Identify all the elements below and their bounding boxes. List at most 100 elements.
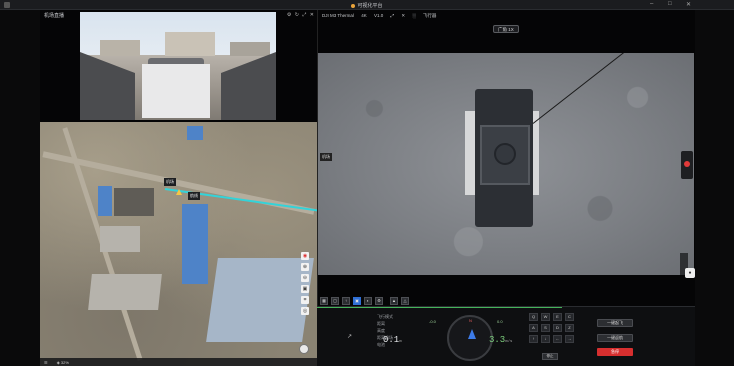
- aircraft-model: DJI M3 Thermal: [322, 13, 354, 18]
- takeoff-button[interactable]: 一键起飞: [597, 319, 633, 327]
- key-q[interactable]: Q: [529, 313, 538, 321]
- attitude-right-value: 0.0: [497, 319, 503, 324]
- close-icon[interactable]: ✕: [401, 13, 405, 18]
- camera-toolbar: ▦ ▢ ↑ ▣ ◐ ⚙ ▲ △: [318, 296, 695, 306]
- side-panel-toggle-icon[interactable]: ●: [685, 268, 695, 278]
- map-building: [182, 204, 208, 284]
- status-dot-icon: [351, 4, 356, 8]
- pointer-icon[interactable]: ↗: [347, 333, 352, 340]
- manual-control-keys: Q W E C A S D Z ↑ ↓ ← →: [529, 313, 581, 343]
- target-icon[interactable]: ◎: [301, 307, 309, 315]
- map-menu-icon[interactable]: ☰: [44, 360, 48, 365]
- key-c[interactable]: C: [565, 313, 574, 321]
- attitude-left-value: -0.0: [429, 319, 436, 324]
- record-icon[interactable]: [684, 161, 690, 167]
- alert-icon[interactable]: △: [401, 297, 409, 305]
- telemetry-line: 距离: [377, 321, 385, 326]
- building-image: [230, 42, 270, 56]
- map-building: [100, 226, 140, 252]
- key-s[interactable]: S: [541, 324, 550, 332]
- key-w[interactable]: W: [541, 313, 550, 321]
- key-e[interactable]: E: [553, 313, 562, 321]
- dock-live-label: 机场直播: [44, 13, 65, 19]
- stop-button[interactable]: 停止: [542, 353, 558, 360]
- close-icon[interactable]: ✕: [310, 12, 315, 18]
- dock-camera-feed: [80, 12, 276, 120]
- map-building: [187, 126, 203, 140]
- title-bar: 可视化平台 – □ ✕: [0, 0, 734, 10]
- layers-icon[interactable]: ▣: [301, 285, 309, 293]
- map-toolbar: ◉ ⊕ ⊖ ▣ ⌗ ◎: [301, 252, 309, 315]
- map-route-tag: 航线: [188, 192, 200, 200]
- key-d[interactable]: D: [553, 324, 562, 332]
- map-scale-text: ◈ 32%: [56, 360, 69, 365]
- aircraft-header: DJI M3 Thermal 4K V1.0 ⤢ ✕ ░ 飞行器: [318, 10, 696, 22]
- minimize-button[interactable]: –: [650, 1, 653, 7]
- hangar-door-left: [80, 52, 135, 120]
- record-control[interactable]: [681, 151, 693, 179]
- return-home-button[interactable]: 一键返航: [597, 334, 633, 342]
- frame-icon[interactable]: ▢: [331, 297, 339, 305]
- zoom-in-icon[interactable]: ⊕: [301, 263, 309, 271]
- link-status-bar: [317, 307, 562, 308]
- maximize-button[interactable]: □: [668, 1, 672, 7]
- refresh-icon[interactable]: ↻: [295, 12, 300, 18]
- app-window: 可视化平台 – □ ✕ 机场直播 ⚙ ↻ ⤢ ✕ 机场 航线 ◉ ⊕ ⊖ ▣ ⌗…: [0, 0, 734, 366]
- dock-landing-ring: [480, 125, 530, 185]
- speed-unit: m/s: [505, 340, 513, 344]
- altitude-value: 0.1: [383, 335, 400, 345]
- warning-icon[interactable]: ▲: [390, 297, 398, 305]
- exposure-icon[interactable]: ◐: [364, 297, 372, 305]
- building-image: [100, 40, 140, 56]
- key-up[interactable]: ↑: [529, 335, 538, 343]
- photo-mode-icon[interactable]: ▣: [353, 297, 361, 305]
- key-a[interactable]: A: [529, 324, 538, 332]
- speed-readout: 3.3m/s: [489, 335, 512, 345]
- aircraft-version: V1.0: [373, 13, 384, 18]
- telemetry-line: 高度: [377, 328, 385, 333]
- heading-arrow-icon: [468, 329, 476, 339]
- up-icon[interactable]: ↑: [342, 297, 350, 305]
- flight-control-panel: ↗ 飞行模式 距离 高度 距离机场 电池 0.1m -0.0 N 0.0 3.3…: [317, 306, 695, 366]
- expand-icon[interactable]: ⤢: [302, 12, 307, 18]
- grid-icon[interactable]: ▦: [320, 297, 328, 305]
- key-down[interactable]: ↓: [541, 335, 550, 343]
- satellite-map[interactable]: 机场 航线 ◉ ⊕ ⊖ ▣ ⌗ ◎ ☰ ◈ 32%: [40, 122, 317, 366]
- altitude-readout: 0.1m: [383, 335, 402, 345]
- map-dock-tag: 机场: [164, 178, 176, 186]
- attitude-indicator: N: [447, 315, 493, 361]
- speed-value: 3.3: [489, 335, 506, 345]
- dock-center-icon: [494, 143, 516, 165]
- key-left[interactable]: ←: [553, 335, 562, 343]
- key-z[interactable]: Z: [565, 324, 574, 332]
- map-building: [88, 274, 162, 310]
- hangar-door-right: [221, 52, 276, 120]
- emergency-stop-button[interactable]: 急停: [597, 348, 633, 356]
- measure-icon[interactable]: ⌗: [301, 296, 309, 304]
- locate-icon[interactable]: ◉: [301, 252, 309, 260]
- map-building: [114, 188, 154, 216]
- map-compass-icon[interactable]: [299, 344, 309, 354]
- zoom-out-icon[interactable]: ⊖: [301, 274, 309, 282]
- aircraft-camera-feed[interactable]: 机场: [318, 53, 694, 275]
- telemetry-line: 飞行模式: [377, 314, 393, 319]
- drone-dock-body: [142, 64, 210, 118]
- window-title: 可视化平台: [0, 2, 734, 9]
- camera-settings-icon[interactable]: ⚙: [375, 297, 383, 305]
- compass-north: N: [469, 318, 472, 323]
- aircraft-resolution: 4K: [361, 13, 367, 18]
- building-image: [165, 32, 215, 56]
- right-dock-strip: [695, 10, 734, 366]
- key-right[interactable]: →: [565, 335, 574, 343]
- window-title-text: 可视化平台: [357, 3, 383, 9]
- lens-mode-toggle[interactable]: 广角 1X: [493, 25, 519, 33]
- left-dock-strip: [0, 10, 40, 366]
- map-footer: ☰ ◈ 32%: [40, 358, 317, 366]
- map-building: [98, 186, 112, 216]
- map-building: [206, 258, 314, 342]
- dock-live-toolbar: ⚙ ↻ ⤢ ✕: [287, 12, 315, 18]
- aircraft-label: 飞行器: [422, 13, 437, 18]
- fullscreen-icon[interactable]: ⤢: [391, 13, 395, 18]
- settings-icon[interactable]: ⚙: [287, 12, 292, 18]
- close-window-button[interactable]: ✕: [686, 1, 691, 8]
